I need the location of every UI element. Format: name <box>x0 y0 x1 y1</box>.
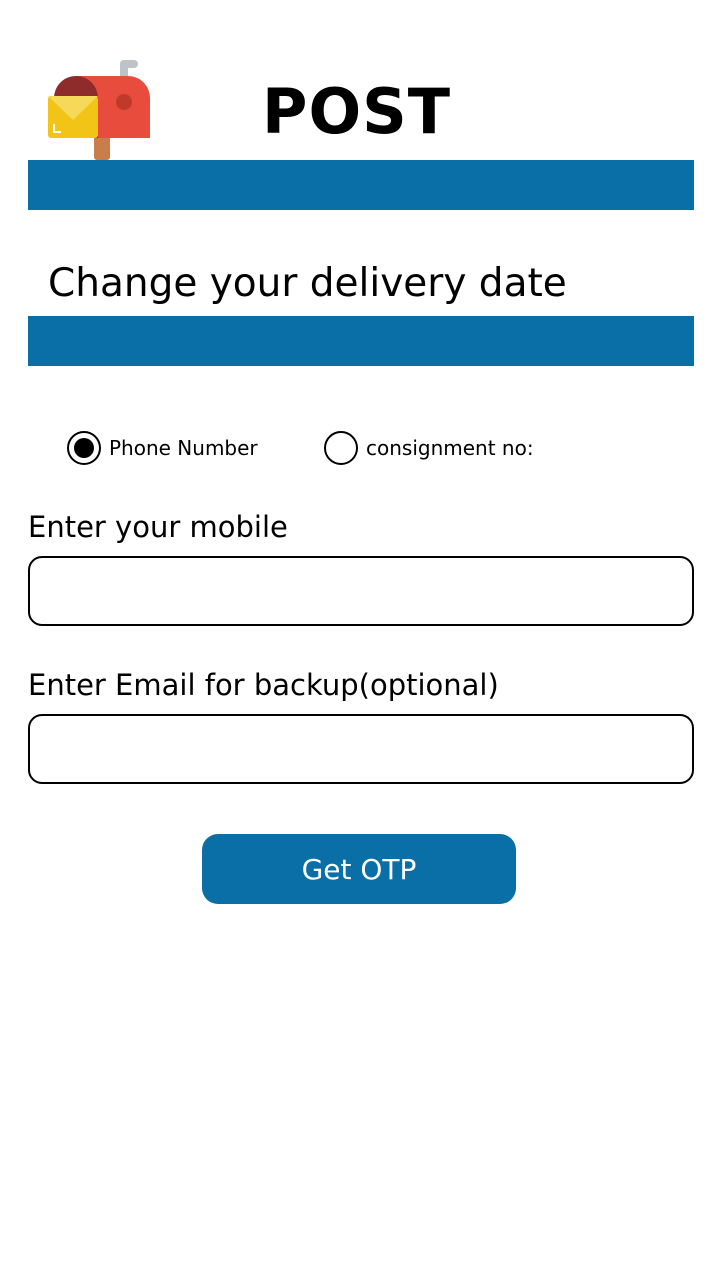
radio-button-phone[interactable] <box>67 431 101 465</box>
mobile-label: Enter your mobile <box>28 510 288 544</box>
email-input[interactable] <box>28 714 694 784</box>
radio-label-consignment: consignment no: <box>366 436 534 460</box>
page-title: Change your delivery date <box>48 261 567 307</box>
radio-selected-dot <box>74 438 94 458</box>
header-band-top <box>28 160 694 210</box>
mailbox-icon <box>46 58 152 162</box>
radio-phone-number[interactable]: Phone Number <box>67 428 258 468</box>
header-band-bottom <box>28 316 694 366</box>
brand-title: POST <box>262 75 452 148</box>
get-otp-button[interactable]: Get OTP <box>202 834 516 904</box>
radio-button-consignment[interactable] <box>324 431 358 465</box>
mobile-input[interactable] <box>28 556 694 626</box>
email-label: Enter Email for backup(optional) <box>28 668 499 702</box>
radio-label-phone: Phone Number <box>109 436 258 460</box>
radio-consignment-no[interactable]: consignment no: <box>324 428 534 468</box>
